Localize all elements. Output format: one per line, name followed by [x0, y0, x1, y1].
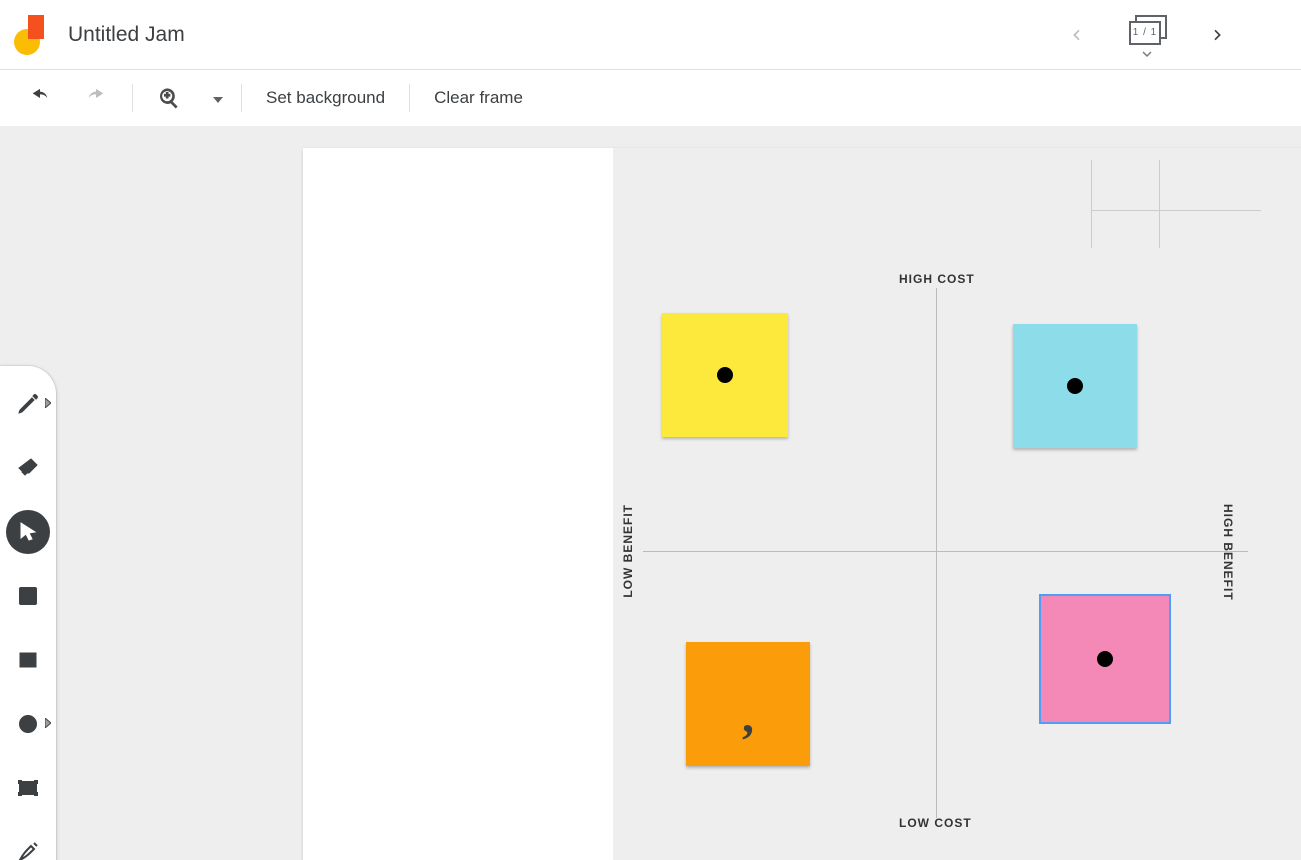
select-tool[interactable] [6, 510, 50, 554]
axis-label-top: HIGH COST [899, 272, 975, 286]
eraser-tool[interactable] [6, 446, 50, 490]
sticky-note[interactable]: , [686, 642, 810, 766]
document-title[interactable]: Untitled Jam [68, 23, 185, 47]
axis-label-bottom: LOW COST [899, 816, 972, 830]
sticky-note[interactable] [662, 313, 788, 437]
chevron-right-icon [45, 715, 51, 733]
sticky-note[interactable] [1013, 324, 1137, 448]
jamboard-logo [14, 15, 46, 55]
tool-dock [0, 366, 56, 860]
shape-tool[interactable] [6, 702, 50, 746]
frame-pager: 1 / 1 [1063, 0, 1231, 69]
zoom-in-icon [151, 80, 187, 116]
clear-frame-button[interactable]: Clear frame [428, 88, 529, 108]
toolbar-separator [241, 84, 242, 112]
note-dot [1097, 651, 1113, 667]
zoom-control[interactable] [151, 80, 223, 116]
note-dot [1067, 378, 1083, 394]
undo-button[interactable] [22, 80, 58, 116]
chevron-down-icon [1142, 44, 1152, 62]
toolbar-separator [132, 84, 133, 112]
chevron-down-icon [213, 88, 223, 108]
app-header: Untitled Jam 1 / 1 [0, 0, 1301, 70]
workspace: HIGH COST LOW COST LOW BENEFIT HIGH BENE… [0, 126, 1301, 860]
action-toolbar: Set background Clear frame [0, 70, 1301, 126]
axis-horizontal [643, 551, 1248, 552]
redo-button[interactable] [78, 80, 114, 116]
axis-vertical [936, 288, 937, 818]
image-tool[interactable] [6, 638, 50, 682]
text-box-tool[interactable] [6, 766, 50, 810]
next-frame-button[interactable] [1203, 21, 1231, 49]
frame-canvas[interactable]: HIGH COST LOW COST LOW BENEFIT HIGH BENE… [303, 148, 1301, 860]
sticky-note[interactable] [1040, 595, 1170, 723]
prev-frame-button[interactable] [1063, 21, 1091, 49]
chevron-right-icon [45, 395, 51, 413]
toolbar-separator [409, 84, 410, 112]
note-comma: , [742, 707, 754, 726]
pen-tool[interactable] [6, 382, 50, 426]
frame-indicator[interactable]: 1 / 1 [1121, 12, 1173, 58]
laser-tool[interactable] [6, 830, 50, 860]
note-dot [717, 367, 733, 383]
board-background: HIGH COST LOW COST LOW BENEFIT HIGH BENE… [613, 148, 1301, 860]
sticky-note-tool[interactable] [6, 574, 50, 618]
axis-label-left: LOW BENEFIT [621, 504, 635, 598]
axis-label-right: HIGH BENEFIT [1221, 504, 1235, 601]
set-background-button[interactable]: Set background [260, 88, 391, 108]
frame-count-label: 1 / 1 [1129, 21, 1161, 45]
